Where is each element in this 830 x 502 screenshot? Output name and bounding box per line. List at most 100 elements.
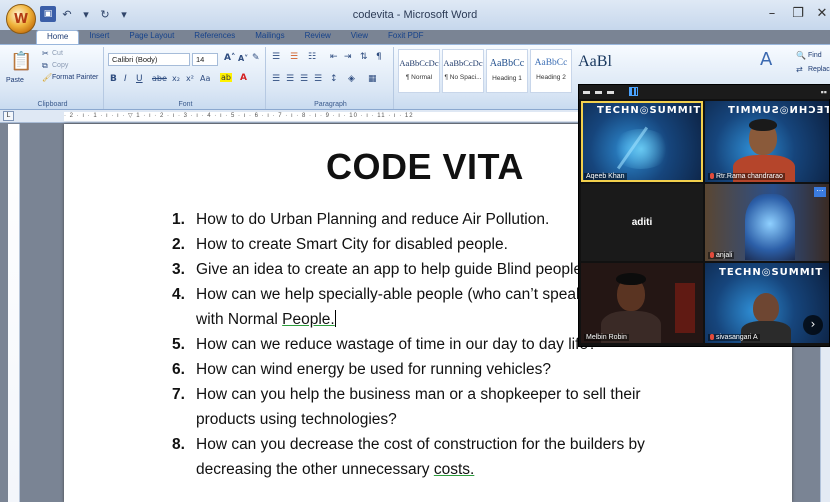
style-sample: AaBbCcDc bbox=[443, 58, 483, 68]
list-text: How to create Smart City for disabled pe… bbox=[196, 236, 508, 253]
window-title: codevita - Microsoft Word bbox=[352, 9, 478, 21]
style-sample: AaBbCc bbox=[489, 58, 525, 69]
decrease-indent-icon[interactable]: ⇤ bbox=[330, 52, 338, 62]
multilevel-list-icon[interactable]: ☷ bbox=[308, 52, 316, 62]
line-spacing-icon[interactable]: ↕ bbox=[330, 74, 338, 84]
list-text: How can we help specially-able people (w… bbox=[196, 282, 584, 332]
bullets-icon[interactable]: ☰ bbox=[272, 52, 280, 62]
numbering-icon[interactable]: ☰ bbox=[290, 52, 298, 62]
find-button[interactable]: Find bbox=[808, 52, 822, 59]
background-object bbox=[675, 283, 695, 333]
superscript-icon[interactable]: x² bbox=[186, 74, 194, 83]
muted-mic-icon bbox=[710, 252, 714, 258]
style-heading-1[interactable]: AaBbCc Heading 1 bbox=[486, 49, 528, 93]
copy-icon[interactable]: ⧉ bbox=[42, 61, 48, 71]
menu-icon[interactable]: ▪▪ bbox=[821, 87, 827, 97]
tab-mailings[interactable]: Mailings bbox=[245, 30, 294, 44]
change-case-icon[interactable]: Aa bbox=[200, 74, 210, 83]
align-right-icon[interactable]: ☰ bbox=[300, 74, 308, 84]
copy-button[interactable]: Copy bbox=[52, 62, 68, 69]
grow-font-icon[interactable]: A˄ bbox=[224, 53, 235, 63]
more-options-icon[interactable]: ⋯ bbox=[814, 187, 826, 197]
style-no-spacing[interactable]: AaBbCcDc ¶ No Spaci... bbox=[442, 49, 484, 93]
gallery-view-icon[interactable] bbox=[629, 87, 638, 96]
align-center-icon[interactable]: ☰ bbox=[286, 74, 294, 84]
font-name-select[interactable]: Calibri (Body) bbox=[108, 53, 190, 66]
participant-tile[interactable]: aditi bbox=[581, 184, 703, 261]
paste-button[interactable]: Paste bbox=[6, 77, 24, 84]
list-number: 5. bbox=[172, 336, 185, 353]
highlight-icon[interactable]: ab bbox=[220, 73, 232, 82]
replace-button[interactable]: Replac bbox=[808, 66, 830, 73]
participant-tile[interactable]: Melbin Robin bbox=[581, 263, 703, 343]
office-logo-icon: W bbox=[13, 11, 29, 27]
participant-tile[interactable]: TECHN◎SUMMIT Rtr.Rama chandrarao bbox=[705, 101, 829, 182]
clear-formatting-icon[interactable]: ✎ bbox=[252, 53, 260, 63]
tab-review[interactable]: Review bbox=[295, 30, 341, 44]
vertical-ruler[interactable] bbox=[8, 124, 20, 502]
participant-name: aditi bbox=[631, 217, 653, 228]
list-text-line: with Normal bbox=[196, 311, 283, 328]
list-text-line: products using technologies? bbox=[196, 411, 397, 428]
tab-references[interactable]: References bbox=[184, 30, 245, 44]
list-text-line: How can we help specially-able people (w… bbox=[196, 286, 584, 303]
align-left-icon[interactable]: ☰ bbox=[272, 74, 280, 84]
style-name: Heading 1 bbox=[492, 75, 522, 82]
show-hide-icon[interactable]: ¶ bbox=[376, 52, 382, 62]
list-text: How to do Urban Planning and reduce Air … bbox=[196, 211, 550, 228]
participant-name: Melbin Robin bbox=[584, 334, 629, 341]
tab-home[interactable]: Home bbox=[36, 30, 80, 44]
subscript-icon[interactable]: x₂ bbox=[172, 74, 180, 83]
style-normal[interactable]: AaBbCcDc ¶ Normal bbox=[398, 49, 440, 93]
maximize-button[interactable]: ❐ bbox=[788, 6, 808, 21]
close-button[interactable]: ✕ bbox=[812, 6, 830, 21]
office-button[interactable]: W bbox=[6, 4, 36, 34]
list-item: 7. How can you help the business man or … bbox=[172, 382, 772, 432]
tab-selector[interactable]: L bbox=[3, 111, 14, 121]
paragraph-label: Paragraph bbox=[314, 101, 347, 108]
participant-tile[interactable]: ⋯ anjali bbox=[705, 184, 829, 261]
font-size-select[interactable]: 14 bbox=[192, 53, 218, 66]
participant-face bbox=[753, 293, 779, 323]
change-styles-icon[interactable]: A bbox=[760, 49, 772, 70]
find-icon[interactable]: 🔍 bbox=[796, 51, 806, 60]
muted-mic-icon bbox=[710, 334, 714, 340]
font-color-icon[interactable]: A bbox=[240, 73, 247, 83]
video-call-panel: ▪▪ TECHN◎SUMMIT Aqeeb Khan TECHN◎SUMMIT … bbox=[578, 84, 830, 347]
list-number: 7. bbox=[172, 386, 185, 403]
tab-foxit-pdf[interactable]: Foxit PDF bbox=[378, 30, 434, 44]
strikethrough-icon[interactable]: abe bbox=[152, 74, 167, 83]
borders-icon[interactable]: ▦ bbox=[368, 74, 377, 84]
shading-icon[interactable]: ◈ bbox=[348, 74, 355, 84]
window-controls[interactable] bbox=[583, 88, 614, 94]
participant-tile[interactable]: TECHN◎SUMMIT sivasangari A › bbox=[705, 263, 829, 343]
increase-indent-icon[interactable]: ⇥ bbox=[344, 52, 352, 62]
horizontal-ruler[interactable]: · 2 · ı · 1 · ı · ı · ▽ 1 · ı · 2 · ı · … bbox=[64, 112, 584, 121]
style-name: ¶ Normal bbox=[405, 74, 433, 81]
style-sample: AaBl bbox=[578, 53, 612, 70]
font-label: Font bbox=[178, 101, 193, 108]
tab-page-layout[interactable]: Page Layout bbox=[119, 30, 184, 44]
sort-icon[interactable]: ⇅ bbox=[360, 52, 368, 62]
replace-icon[interactable]: ⇄ bbox=[796, 65, 803, 74]
paste-icon[interactable]: 📋 bbox=[10, 51, 32, 72]
tab-view[interactable]: View bbox=[341, 30, 378, 44]
style-heading-2[interactable]: AaBbCc Heading 2 bbox=[530, 49, 572, 93]
cut-icon[interactable]: ✂ bbox=[42, 49, 49, 58]
participant-tile[interactable]: TECHN◎SUMMIT Aqeeb Khan bbox=[581, 101, 703, 182]
tab-insert[interactable]: Insert bbox=[79, 30, 119, 44]
style-name: ¶ No Spaci... bbox=[444, 74, 482, 81]
underline-icon[interactable]: U bbox=[136, 74, 143, 84]
next-page-button[interactable]: › bbox=[803, 315, 823, 335]
participant-name: Rtr.Rama chandrarao bbox=[708, 173, 785, 180]
list-item: 6. How can wind energy be used for runni… bbox=[172, 357, 772, 382]
justify-icon[interactable]: ☰ bbox=[314, 74, 322, 84]
format-painter-button[interactable]: Format Painter bbox=[52, 74, 98, 81]
italic-icon[interactable]: I bbox=[124, 74, 127, 84]
cut-button[interactable]: Cut bbox=[52, 50, 63, 57]
minimize-button[interactable]: – bbox=[762, 6, 782, 21]
style-sample: AaBbCcDc bbox=[399, 58, 439, 68]
format-painter-icon[interactable]: 🖌 bbox=[42, 73, 52, 82]
shrink-font-icon[interactable]: A˅ bbox=[238, 54, 248, 63]
bold-icon[interactable]: B bbox=[110, 74, 117, 84]
